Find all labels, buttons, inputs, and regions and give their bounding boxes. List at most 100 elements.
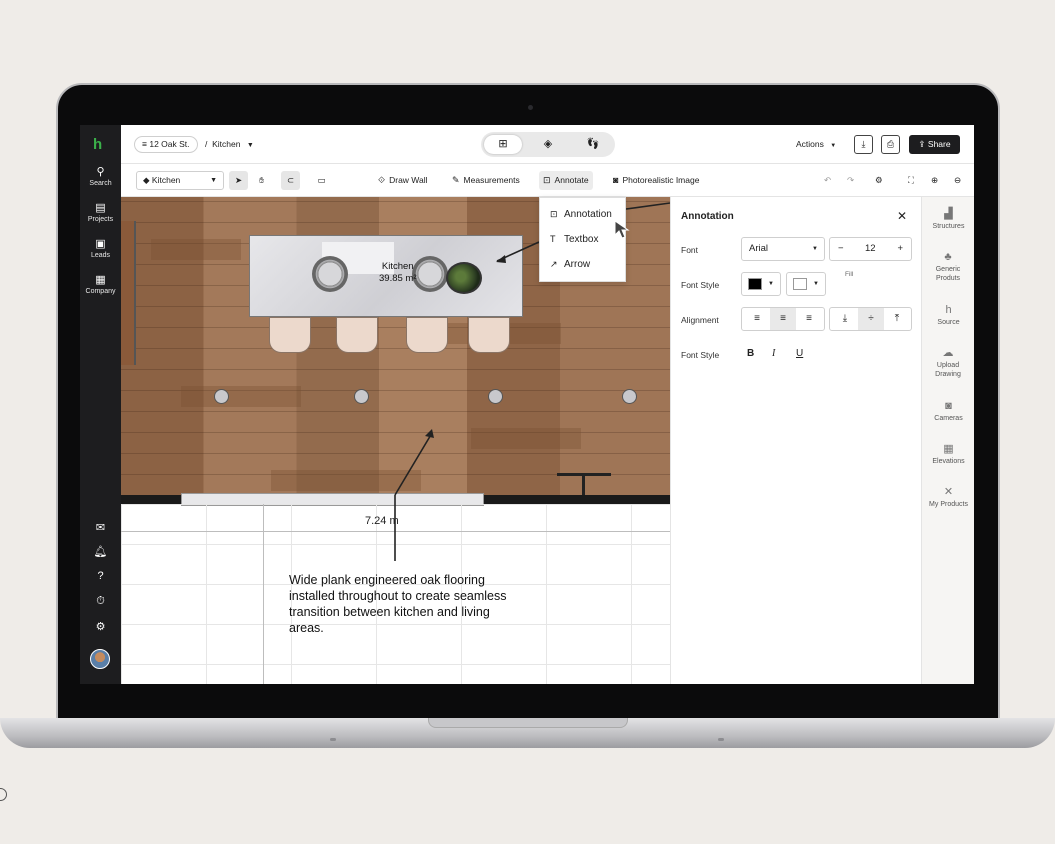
- underline-button[interactable]: U: [796, 348, 803, 359]
- minus-icon[interactable]: −: [838, 238, 844, 260]
- 3d-view-icon[interactable]: ◈: [529, 135, 567, 154]
- font-label: Font: [681, 245, 699, 255]
- ruler-icon: ✎: [452, 175, 460, 185]
- app-logo[interactable]: h: [93, 136, 102, 153]
- comment-icon[interactable]: ▭: [312, 171, 331, 190]
- structures-icon: ▟: [944, 208, 953, 220]
- page-edge-circle: [0, 788, 7, 801]
- dimension-label[interactable]: 7.24 m: [365, 515, 399, 527]
- company-icon: ▦: [95, 274, 106, 286]
- fill-color-picker[interactable]: ▼: [786, 272, 826, 296]
- right-rail-source[interactable]: h Source: [922, 305, 974, 327]
- vertical-align-group: ⤓ ÷ ⤒: [829, 307, 912, 331]
- right-rail-structures[interactable]: ▟ Structures: [922, 208, 974, 231]
- align-left-icon[interactable]: ≡: [744, 308, 770, 330]
- floor-plank: [151, 239, 241, 260]
- timer-icon[interactable]: ⏱︎: [80, 595, 121, 608]
- magnet-icon[interactable]: ⊂: [281, 171, 300, 190]
- rail-item-projects[interactable]: ▤ Projects: [80, 201, 121, 223]
- menu-item-arrow[interactable]: ↗ Arrow: [540, 252, 627, 277]
- right-rail-upload-drawing[interactable]: ☁ Upload Drawing: [926, 348, 970, 379]
- floor-plank: [181, 386, 301, 407]
- zoom-out-icon[interactable]: ⊖: [954, 171, 961, 190]
- room-label-name: Kitchen: [381, 261, 414, 272]
- fit-view-icon[interactable]: ⛶: [908, 171, 914, 190]
- align-bottom-icon[interactable]: ⤓: [832, 308, 858, 330]
- settings-icon[interactable]: ⚙: [875, 171, 883, 190]
- actions-menu[interactable]: Actions ▼: [796, 139, 836, 149]
- rail-item-search[interactable]: ⚲ Search: [80, 165, 121, 187]
- right-rail-generic-products[interactable]: ♣ Generic Produts: [926, 252, 970, 283]
- rail-label: Leads: [90, 252, 111, 259]
- projects-icon: ▤: [95, 202, 106, 214]
- rail-item-company[interactable]: ▦ Company: [80, 273, 121, 295]
- bold-button[interactable]: B: [747, 348, 754, 359]
- bar-stool[interactable]: [406, 317, 448, 353]
- annotation-note[interactable]: Wide plank engineered oak flooring insta…: [289, 572, 511, 636]
- bar-stool[interactable]: [269, 317, 311, 353]
- menu-item-label: Textbox: [564, 234, 599, 245]
- help-icon[interactable]: ?: [80, 570, 121, 582]
- arrow-icon: ↗: [550, 259, 558, 269]
- close-icon[interactable]: ✕: [897, 209, 907, 223]
- room-name: Kitchen: [212, 139, 241, 149]
- project-chip[interactable]: ≡ 12 Oak St.: [134, 136, 198, 153]
- measurements-tool[interactable]: ✎ Measurements: [452, 171, 520, 190]
- plus-icon[interactable]: +: [897, 238, 903, 260]
- bar-stool[interactable]: [336, 317, 378, 353]
- annotate-tool[interactable]: ⊡ Annotate: [539, 171, 593, 190]
- download-icon[interactable]: ⤓: [854, 135, 873, 154]
- print-icon[interactable]: ⎙: [881, 135, 900, 154]
- fill-color-swatch: [793, 278, 807, 290]
- pendant-light[interactable]: [622, 389, 637, 404]
- text-color-picker[interactable]: ▼: [741, 272, 781, 296]
- top-bar: ≡ 12 Oak St. / Kitchen ▼ ⊞ ◈ 👣︎ Actions …: [121, 125, 974, 164]
- chevron-down-icon: ▼: [813, 281, 819, 287]
- italic-button[interactable]: I: [772, 348, 775, 359]
- rail-label: Company: [85, 288, 116, 295]
- rail-item-leads[interactable]: ▣ Leads: [80, 237, 121, 259]
- floor-select[interactable]: ◆ Kitchen ▼: [136, 171, 224, 190]
- font-select[interactable]: Arial ▼: [741, 237, 825, 261]
- chevron-down-icon: ▼: [768, 281, 774, 287]
- right-rail-elevations[interactable]: ▦ Elevations: [922, 444, 974, 466]
- align-center-icon[interactable]: ≡: [770, 308, 796, 330]
- walkthrough-view-icon[interactable]: 👣︎: [574, 135, 612, 154]
- laptop-foot: [718, 738, 724, 741]
- horizontal-align-group: ≡ ≡ ≡: [741, 307, 825, 331]
- floorplan-view-icon[interactable]: ⊞: [484, 135, 522, 154]
- align-right-icon[interactable]: ≡: [796, 308, 822, 330]
- font-style-label: Font Style: [681, 280, 720, 290]
- mail-icon[interactable]: ✉: [80, 521, 121, 534]
- align-top-icon[interactable]: ⤒: [884, 308, 910, 330]
- right-rail-cameras[interactable]: ◙ Cameras: [922, 401, 974, 423]
- breadcrumb-room[interactable]: / Kitchen ▼: [205, 139, 254, 149]
- app-screen: h ⚲ Search ▤ Projects ▣ Leads ▦ Company …: [80, 125, 974, 684]
- right-rail-my-products[interactable]: ✕ My Products: [922, 487, 974, 509]
- actions-label: Actions: [796, 139, 824, 149]
- select-tool-icon[interactable]: ➤: [229, 171, 248, 190]
- settings-icon[interactable]: ⚙: [80, 620, 121, 633]
- room-label[interactable]: Kitchen 39.85 m²: [379, 261, 417, 285]
- photorealistic-tool[interactable]: ◙ Photorealistic Image: [613, 171, 699, 190]
- undo-icon[interactable]: ↶: [824, 171, 831, 190]
- right-rail: ▟ Structures ♣ Generic Produts h Source ☁ Up…: [921, 197, 974, 684]
- pendant-light[interactable]: [214, 389, 229, 404]
- sink-right: [412, 256, 448, 292]
- font-size-stepper[interactable]: − 12 +: [829, 237, 912, 261]
- rail-label: Search: [89, 180, 112, 187]
- pendant-light[interactable]: [488, 389, 503, 404]
- align-middle-icon[interactable]: ÷: [858, 308, 884, 330]
- textbox-icon: T: [550, 234, 556, 244]
- draw-wall-tool[interactable]: ⟐ Draw Wall: [378, 171, 428, 190]
- pan-tool-icon[interactable]: ✋︎: [252, 171, 271, 190]
- share-button[interactable]: ⇪ Share: [909, 135, 960, 154]
- pendant-light[interactable]: [354, 389, 369, 404]
- bar-stool[interactable]: [468, 317, 510, 353]
- bell-icon[interactable]: 🔔︎: [80, 545, 121, 558]
- right-rail-label: Structures: [932, 223, 965, 230]
- avatar[interactable]: [90, 649, 110, 669]
- redo-icon[interactable]: ↷: [847, 171, 854, 190]
- chevron-down-icon: ▼: [210, 177, 217, 184]
- zoom-in-icon[interactable]: ⊕: [931, 171, 938, 190]
